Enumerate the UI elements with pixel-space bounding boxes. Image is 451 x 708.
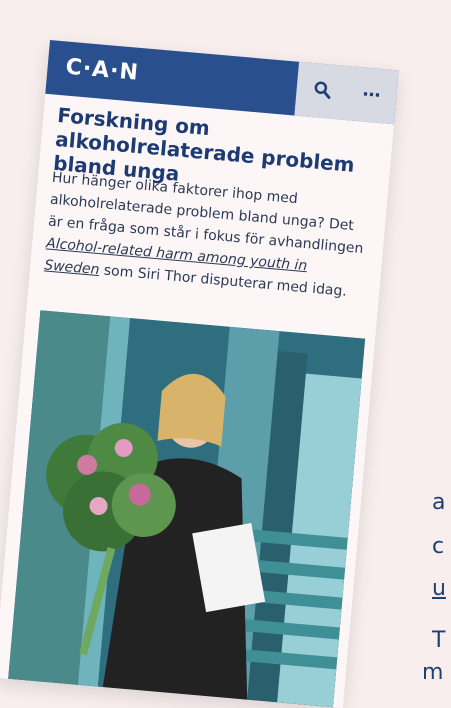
search-icon [314,81,331,99]
background-text-t: T [432,628,446,653]
search-button[interactable] [310,77,336,103]
article-card: C·A·N … Forskning om alkoholrelaterade p… [0,40,399,708]
site-logo[interactable]: C·A·N [65,55,140,86]
background-text-c: c [432,534,445,559]
photo-illustration [8,310,366,708]
article-photo [8,310,366,708]
header-actions: … [294,61,399,125]
lead-text-after: som Siri Thor disputerar med idag. [98,262,348,300]
more-button[interactable]: … [356,79,388,106]
background-link-u[interactable]: u [432,576,446,601]
background-text-a: a [432,490,446,515]
background-text-m: m [422,660,444,685]
more-icon: … [361,79,382,102]
